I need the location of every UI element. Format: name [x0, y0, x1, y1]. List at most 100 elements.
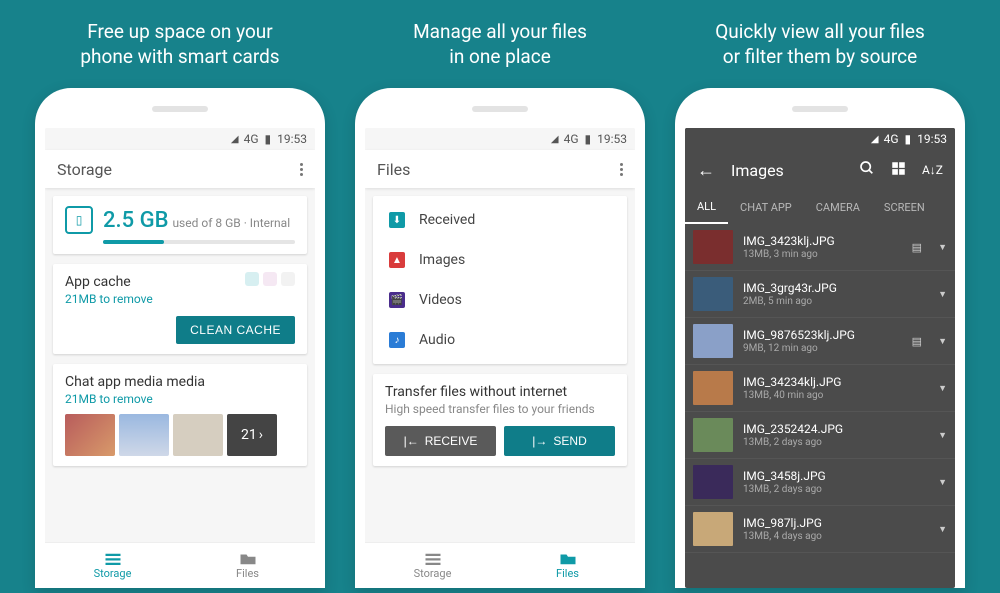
chevron-down-icon[interactable]: ▼ [938, 383, 947, 394]
receive-button[interactable]: |← RECEIVE [385, 426, 496, 456]
signal-icon: ◢ [871, 134, 878, 145]
phone-frame: ◢ 4G ▮ 19:53 Storage ▯ 2.5 GB used of 8 … [35, 88, 325, 588]
file-row[interactable]: IMG_3grg43r.JPG2MB, 5 min ago ▼ [685, 271, 955, 318]
decoration-icons [245, 272, 295, 286]
category-videos[interactable]: 🎬Videos [385, 280, 615, 320]
file-list[interactable]: IMG_3423klj.JPG13MB, 3 min ago▤▼IMG_3grg… [685, 224, 955, 553]
thumbnail[interactable] [65, 414, 115, 456]
thumbnail [693, 512, 733, 546]
file-row[interactable]: IMG_3458j.JPG13MB, 2 days ago▼ [685, 459, 955, 506]
category-images[interactable]: ▲ Images [385, 240, 615, 280]
tab-all[interactable]: ALL [685, 190, 728, 224]
clock: 19:53 [917, 132, 947, 146]
back-icon[interactable]: ← [697, 160, 715, 181]
battery-icon: ▮ [265, 132, 272, 146]
phone-frame: ◢ 4G ▮ 19:53 ← Images A↓Z ALLCHAT APPCAM… [675, 88, 965, 588]
nav-files[interactable]: Files [500, 543, 635, 588]
file-name: IMG_987lj.JPG [743, 516, 922, 530]
thumbnail-more[interactable]: 21› [227, 414, 277, 456]
folder-icon [559, 552, 577, 566]
file-row[interactable]: IMG_9876523klj.JPG9MB, 12 min ago▤▼ [685, 318, 955, 365]
screen-title: Images [731, 161, 784, 180]
storage-icon [104, 552, 122, 566]
nav-storage[interactable]: Storage [365, 543, 500, 588]
promo-heading-2: Manage all your filesin one place [413, 20, 587, 70]
grid-view-icon[interactable] [891, 161, 906, 180]
thumbnail [693, 277, 733, 311]
tab-chat-app[interactable]: CHAT APP [728, 190, 804, 224]
file-name: IMG_34234klj.JPG [743, 375, 922, 389]
chevron-down-icon[interactable]: ▼ [938, 336, 947, 347]
network-label: 4G [564, 132, 579, 146]
promo-heading-1: Free up space on yourphone with smart ca… [80, 20, 279, 70]
file-meta: 13MB, 3 min ago [743, 249, 902, 260]
file-row[interactable]: IMG_2352424.JPG13MB, 2 days ago▼ [685, 412, 955, 459]
clean-cache-button[interactable]: CLEAN CACHE [176, 316, 295, 344]
transfer-sub: High speed transfer files to your friend… [385, 402, 615, 416]
file-meta: 9MB, 12 min ago [743, 343, 902, 354]
category-label: Images [419, 252, 465, 268]
chevron-right-icon: › [259, 427, 263, 443]
sdcard-icon: ▤ [912, 241, 922, 254]
thumbnail [693, 465, 733, 499]
nav-files[interactable]: Files [180, 543, 315, 588]
file-meta: 13MB, 40 min ago [743, 390, 922, 401]
phone-frame: ◢ 4G ▮ 19:53 Files ⬇Received ▲ Images 🎬Vide… [355, 88, 645, 588]
filter-tabs: ALLCHAT APPCAMERASCREEN [685, 190, 955, 224]
thumbnail[interactable] [173, 414, 223, 456]
bottom-nav: Storage Files [45, 542, 315, 588]
thumbnail-row[interactable]: 21› [65, 414, 295, 456]
transfer-title: Transfer files without internet [385, 384, 615, 400]
thumbnail[interactable] [119, 414, 169, 456]
thumbnail [693, 418, 733, 452]
storage-icon [424, 552, 442, 566]
status-bar: ◢ 4G ▮ 19:53 [365, 128, 635, 150]
app-cache-card: App cache 21MB to remove CLEAN CACHE [53, 264, 307, 354]
file-row[interactable]: IMG_3423klj.JPG13MB, 3 min ago ▤ ▼ [685, 224, 955, 271]
chat-sub: 21MB to remove [65, 392, 295, 406]
chat-title: Chat app media media [65, 374, 295, 390]
storage-summary-card[interactable]: ▯ 2.5 GB used of 8 GB · Internal [53, 196, 307, 254]
storage-total: used of 8 GB · Internal [172, 216, 290, 230]
overflow-menu-icon[interactable] [620, 163, 623, 176]
send-button[interactable]: |→ SEND [504, 426, 615, 456]
category-icon: ▲ [389, 252, 405, 268]
chevron-down-icon[interactable]: ▼ [938, 289, 947, 300]
folder-icon [239, 552, 257, 566]
category-audio[interactable]: ♪Audio [385, 320, 615, 360]
category-icon: ⬇ [389, 212, 405, 228]
category-received[interactable]: ⬇Received [385, 200, 615, 240]
app-bar: Files [365, 150, 635, 188]
chevron-down-icon[interactable]: ▼ [938, 477, 947, 488]
tab-screen[interactable]: SCREEN [872, 190, 937, 224]
clock: 19:53 [597, 132, 627, 146]
network-label: 4G [244, 132, 259, 146]
nav-storage[interactable]: Storage [45, 543, 180, 588]
thumbnail [693, 324, 733, 358]
phone-icon: ▯ [65, 206, 93, 234]
sort-icon[interactable]: A↓Z [922, 163, 943, 177]
file-row[interactable]: IMG_34234klj.JPG13MB, 40 min ago ▼ [685, 365, 955, 412]
file-meta: 2MB, 5 min ago [743, 296, 922, 307]
storage-bar [103, 240, 295, 244]
file-meta: 13MB, 2 days ago [743, 437, 922, 448]
thumbnail [693, 371, 733, 405]
overflow-menu-icon[interactable] [300, 163, 303, 176]
screen-title: Files [377, 160, 410, 179]
file-row[interactable]: IMG_987lj.JPG13MB, 4 days ago ▼ [685, 506, 955, 553]
chevron-down-icon[interactable]: ▼ [938, 430, 947, 441]
tab-camera[interactable]: CAMERA [804, 190, 872, 224]
file-name: IMG_3grg43r.JPG [743, 281, 922, 295]
promo-heading-3: Quickly view all your filesor filter the… [715, 20, 925, 70]
app-bar: Storage [45, 150, 315, 188]
chevron-down-icon[interactable]: ▼ [938, 242, 947, 253]
transfer-card: Transfer files without internet High spe… [373, 374, 627, 466]
network-label: 4G [884, 132, 899, 146]
clock: 19:53 [277, 132, 307, 146]
search-icon[interactable] [859, 160, 875, 180]
thumbnail [693, 230, 733, 264]
file-meta: 13MB, 4 days ago [743, 531, 922, 542]
chat-media-card: Chat app media media 21MB to remove 21› [53, 364, 307, 466]
file-name: IMG_3423klj.JPG [743, 234, 902, 248]
chevron-down-icon[interactable]: ▼ [938, 524, 947, 535]
